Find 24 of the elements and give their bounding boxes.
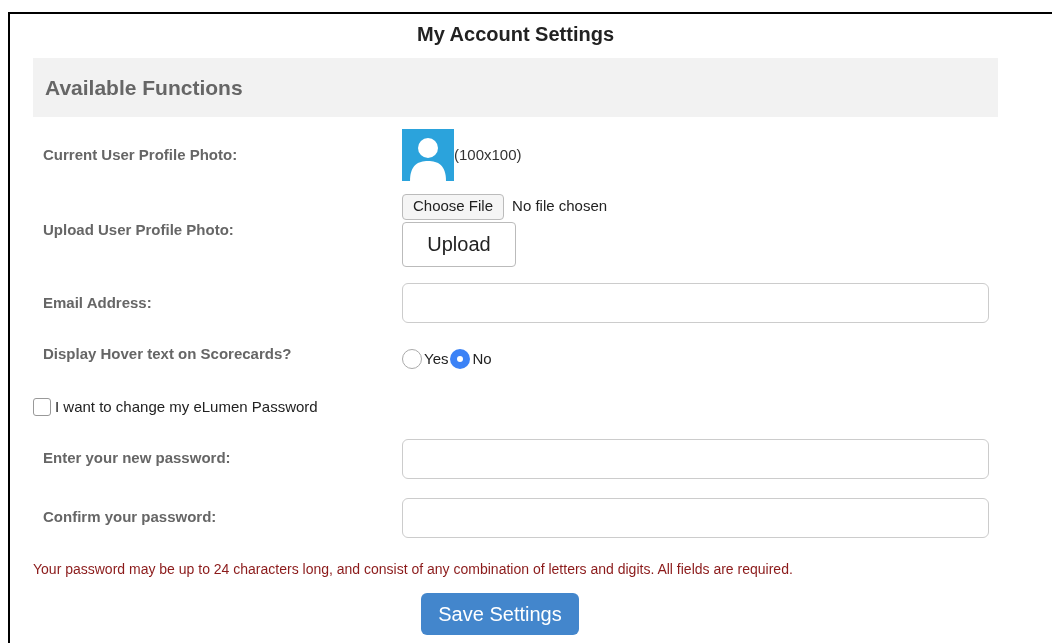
text-field[interactable] [402, 497, 989, 538]
password-note: Your password may be up to 24 characters long, and consist of any combination of letters and digits. All fields are required. [33, 559, 793, 579]
section-title: Available Functions [45, 74, 243, 101]
upload-button[interactable]: Upload [402, 221, 516, 267]
field-label: Display Hover text on Scorecards? [43, 343, 293, 364]
page-title: My Account Settings [416, 22, 615, 47]
field-label: Current User Profile Photo: [43, 144, 239, 165]
checkbox-label: I want to change my eLumen Password [55, 396, 318, 417]
field-label: Confirm your password: [43, 507, 218, 528]
field-label: Enter your new password: [43, 448, 232, 469]
checkbox[interactable] [33, 398, 51, 416]
text-field[interactable] [402, 438, 989, 479]
radio-option[interactable]: No [450, 347, 492, 371]
text-field[interactable] [402, 283, 989, 323]
save-settings-button[interactable]: Save Settings [421, 593, 579, 635]
photo-size: (100x100) [454, 144, 522, 165]
avatar-icon [402, 129, 454, 181]
radio-unselected[interactable] [402, 349, 422, 369]
file-status: No file chosen [512, 196, 608, 217]
field-label: Email Address: [43, 292, 153, 313]
radio-option[interactable]: Yes [402, 347, 449, 371]
choose-file-button[interactable]: Choose File [402, 193, 505, 220]
radio-selected[interactable] [450, 349, 471, 369]
field-label: Upload User Profile Photo: [43, 219, 235, 240]
